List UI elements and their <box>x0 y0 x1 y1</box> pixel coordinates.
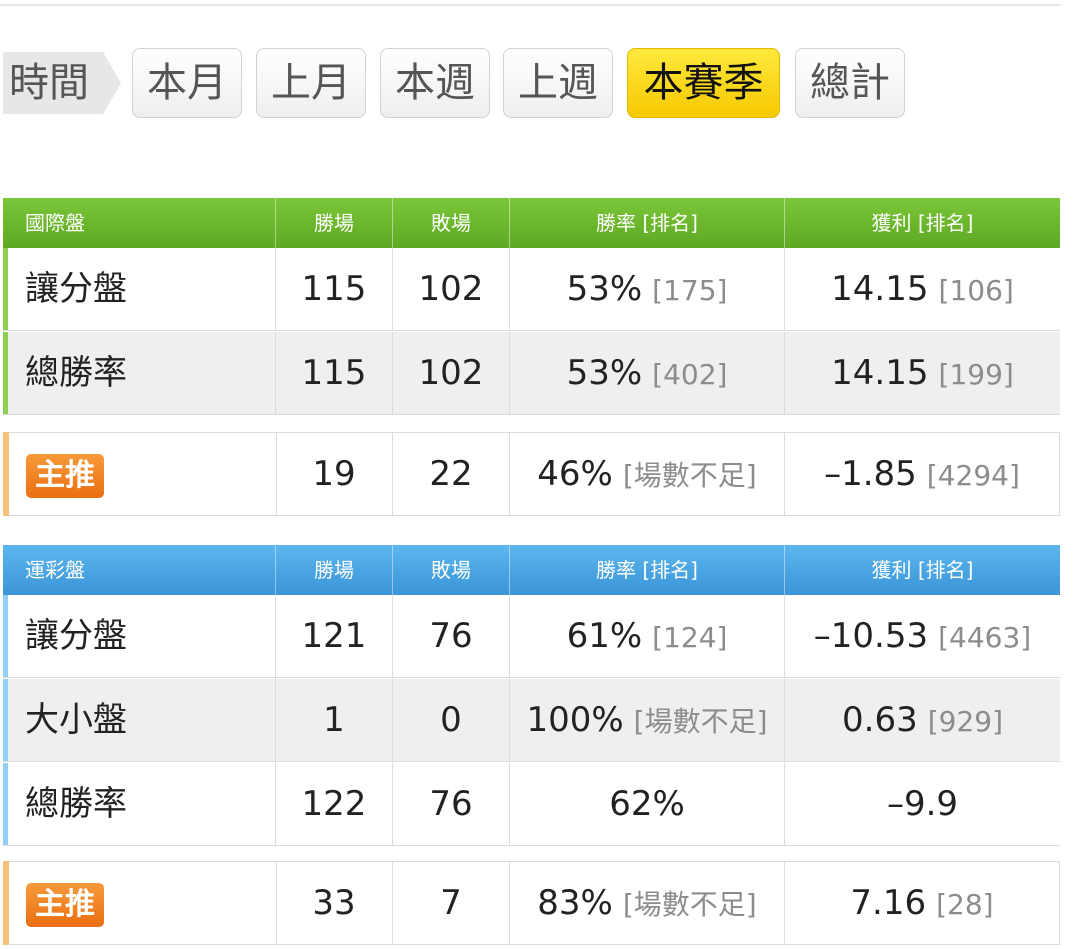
header-market: 運彩盤 <box>3 545 276 595</box>
tab-this-week[interactable]: 本週 <box>380 48 490 118</box>
header-profit: 獲利 [排名] <box>871 211 974 235</box>
losses-value: 7 <box>393 862 510 944</box>
header-win-rate: 勝率 [排名] <box>510 545 785 595</box>
tab-total[interactable]: 總計 <box>795 48 905 118</box>
profit-rank: [28] <box>936 888 994 921</box>
win-rate-cell: 83% [場數不足] <box>510 862 785 944</box>
win-rate-rank: [場數不足] <box>622 888 757 921</box>
header-win-rate: 勝率 [排名] <box>510 198 785 248</box>
featured-row: 主推 19 22 46% [場數不足] –1.85 [4294] <box>3 432 1060 516</box>
losses-value: 0 <box>393 679 510 762</box>
wins-value: 115 <box>276 248 393 331</box>
profit-rank: [106] <box>938 274 1014 307</box>
time-filter-tabs: 時間 本月 上月 本週 上週 本賽季 總計 <box>3 48 1003 118</box>
losses-value: 76 <box>393 763 510 846</box>
header-wins: 勝場 <box>276 198 393 248</box>
win-rate-value: 61% <box>566 616 643 656</box>
row-label: 讓分盤 <box>3 595 276 678</box>
table-header: 國際盤 勝場 敗場 勝率 [排名] 獲利 [排名] <box>3 198 1060 248</box>
losses-value: 102 <box>393 332 510 415</box>
win-rate-cell: 53% [175] <box>510 248 785 331</box>
profit-value: –10.53 <box>813 616 929 656</box>
losses-value: 76 <box>393 595 510 678</box>
row-label: 總勝率 <box>3 763 276 846</box>
table-header: 運彩盤 勝場 敗場 勝率 [排名] 獲利 [排名] <box>3 545 1060 595</box>
profit-rank: [929] <box>927 705 1003 738</box>
featured-badge: 主推 <box>26 454 104 498</box>
sports-lottery-table: 運彩盤 勝場 敗場 勝率 [排名] 獲利 [排名] 讓分盤 121 76 61%… <box>3 545 1060 947</box>
tab-last-week[interactable]: 上週 <box>503 48 613 118</box>
table-row: 讓分盤 115 102 53% [175] 14.15 [106] <box>3 248 1060 331</box>
win-rate-rank: [場數不足] <box>622 459 757 492</box>
win-rate-rank: [124] <box>652 621 728 654</box>
profit-cell: 14.15 [199] <box>785 332 1060 415</box>
profit-rank: [4463] <box>938 621 1032 654</box>
profit-value: 0.63 <box>842 700 918 740</box>
profit-cell: –10.53 [4463] <box>785 595 1060 678</box>
win-rate-cell: 100% [場數不足] <box>510 679 785 762</box>
profit-cell: 7.16 [28] <box>785 862 1059 944</box>
profit-cell: 14.15 [106] <box>785 248 1060 331</box>
table-row: 讓分盤 121 76 61% [124] –10.53 [4463] <box>3 595 1060 678</box>
profit-cell: 0.63 [929] <box>785 679 1060 762</box>
win-rate-value: 53% <box>566 353 643 393</box>
profit-value: –1.85 <box>824 454 917 494</box>
featured-row: 主推 33 7 83% [場數不足] 7.16 [28] <box>3 861 1060 945</box>
table-row: 總勝率 122 76 62% –9.9 <box>3 763 1060 846</box>
row-label: 總勝率 <box>3 332 276 415</box>
profit-cell: –1.85 [4294] <box>785 433 1059 515</box>
wins-value: 33 <box>276 862 393 944</box>
wins-value: 115 <box>276 332 393 415</box>
featured-cell: 主推 <box>4 862 277 944</box>
win-rate-value: 53% <box>566 269 643 309</box>
row-label: 讓分盤 <box>3 248 276 331</box>
wins-value: 1 <box>276 679 393 762</box>
losses-value: 102 <box>393 248 510 331</box>
international-odds-table: 國際盤 勝場 敗場 勝率 [排名] 獲利 [排名] 讓分盤 115 102 53… <box>3 198 1060 518</box>
losses-value: 22 <box>393 433 510 515</box>
profit-value: –9.9 <box>886 784 959 824</box>
tab-this-season[interactable]: 本賽季 <box>627 48 780 118</box>
win-rate-value: 83% <box>537 883 613 923</box>
profit-rank: [199] <box>938 358 1014 391</box>
top-divider <box>0 4 1060 6</box>
win-rate-cell: 53% [402] <box>510 332 785 415</box>
win-rate-value: 100% <box>526 700 624 740</box>
win-rate-cell: 46% [場數不足] <box>510 433 785 515</box>
win-rate-cell: 62% <box>510 763 785 846</box>
wins-value: 122 <box>276 763 393 846</box>
win-rate-value: 62% <box>609 784 685 824</box>
win-rate-rank: [402] <box>652 358 728 391</box>
header-market: 國際盤 <box>3 198 276 248</box>
profit-value: 7.16 <box>850 883 927 923</box>
win-rate-rank: [175] <box>652 274 728 307</box>
table-row: 大小盤 1 0 100% [場數不足] 0.63 [929] <box>3 679 1060 762</box>
win-rate-cell: 61% [124] <box>510 595 785 678</box>
tab-last-month[interactable]: 上月 <box>256 48 366 118</box>
featured-cell: 主推 <box>4 433 277 515</box>
profit-value: 14.15 <box>831 269 929 309</box>
table-row: 總勝率 115 102 53% [402] 14.15 [199] <box>3 332 1060 415</box>
profit-rank: [4294] <box>926 459 1020 492</box>
profit-value: 14.15 <box>831 353 929 393</box>
header-losses: 敗場 <box>393 198 510 248</box>
win-rate-rank: [場數不足] <box>633 705 768 738</box>
win-rate-value: 46% <box>537 454 613 494</box>
header-profit: 獲利 [排名] <box>871 558 974 582</box>
header-wins: 勝場 <box>276 545 393 595</box>
header-losses: 敗場 <box>393 545 510 595</box>
wins-value: 19 <box>276 433 393 515</box>
profit-cell: –9.9 <box>785 763 1060 846</box>
wins-value: 121 <box>276 595 393 678</box>
time-label: 時間 <box>3 52 121 114</box>
row-label: 大小盤 <box>3 679 276 762</box>
featured-badge: 主推 <box>26 883 104 927</box>
tab-this-month[interactable]: 本月 <box>132 48 242 118</box>
